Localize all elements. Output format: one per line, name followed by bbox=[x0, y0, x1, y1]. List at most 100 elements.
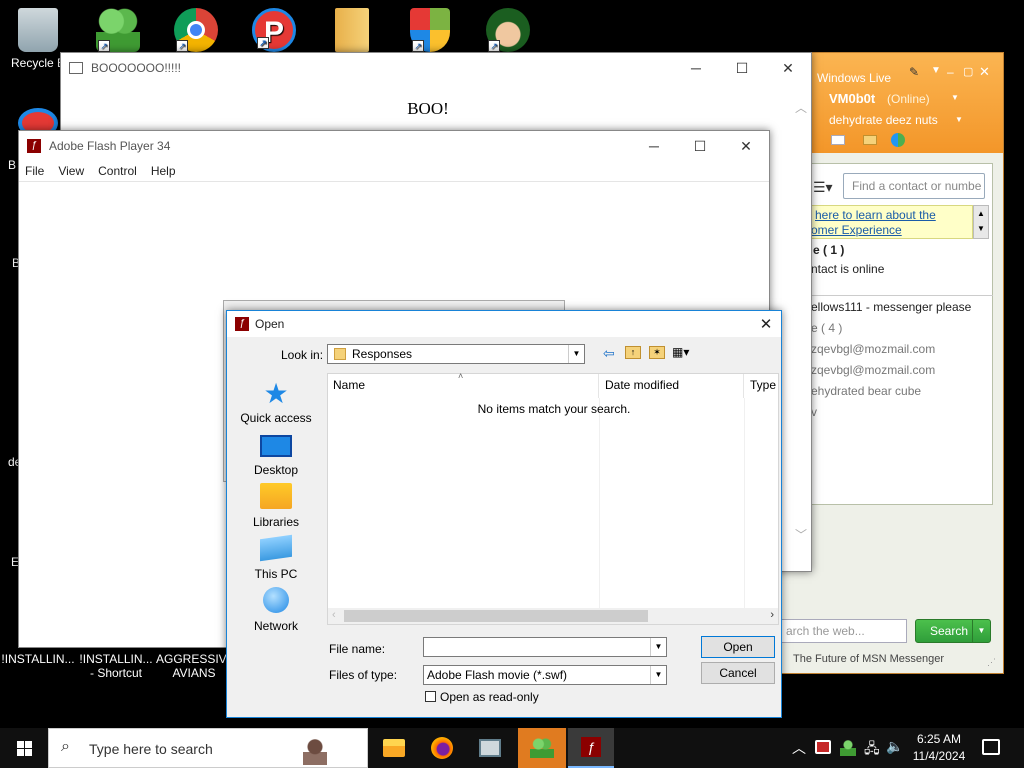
place-this-pc[interactable]: This PC bbox=[227, 534, 325, 581]
chevron-down-icon[interactable]: ▼ bbox=[931, 65, 941, 76]
msn-personal-message[interactable]: dehydrate deez nuts bbox=[829, 113, 938, 127]
chevron-down-icon[interactable]: ▼ bbox=[568, 345, 584, 363]
desktop-icon-installer-shortcut[interactable]: !INSTALLIN... - Shortcut bbox=[78, 652, 154, 680]
group-online-header[interactable]: e ( 1 ) bbox=[813, 243, 844, 257]
open-dialog-titlebar[interactable]: ƒ Open ✕ bbox=[227, 311, 781, 337]
desktop-icon-label: !INSTALLIN... - Shortcut bbox=[79, 652, 153, 680]
contact-item[interactable]: ehydrated bear cube bbox=[811, 384, 921, 398]
close-icon[interactable]: ✕ bbox=[979, 64, 990, 80]
clock[interactable]: 6:25 AM 11/4/2024 bbox=[908, 731, 970, 765]
open-button[interactable]: Open bbox=[701, 636, 775, 658]
banner-link-line2[interactable]: omer Experience bbox=[811, 223, 902, 237]
security-tray-icon[interactable] bbox=[815, 740, 831, 754]
place-libraries[interactable]: Libraries bbox=[227, 483, 325, 529]
file-list[interactable]: Name ˄ Date modified Type No items match… bbox=[327, 371, 779, 625]
look-in-dropdown[interactable]: Responses ▼ bbox=[327, 344, 585, 364]
boo-content-text: BOO! bbox=[407, 99, 449, 118]
files-of-type-dropdown[interactable]: Adobe Flash movie (*.swf) ▼ bbox=[423, 665, 667, 685]
new-folder-icon[interactable]: ✶ bbox=[649, 346, 665, 359]
view-menu-icon[interactable]: ▦▾ bbox=[672, 345, 689, 359]
menu-view[interactable]: View bbox=[58, 164, 84, 178]
paint-icon[interactable]: ✎ bbox=[909, 65, 919, 79]
volume-icon[interactable]: 🔈 bbox=[886, 738, 903, 755]
column-header-name[interactable]: Name ˄ bbox=[328, 371, 599, 398]
scroll-down-icon[interactable]: ﹀ bbox=[795, 526, 807, 543]
file-name-input[interactable]: ▼ bbox=[423, 637, 667, 657]
minimize-button[interactable]: ─ bbox=[631, 131, 677, 161]
contact-item[interactable]: ellows111 - messenger please bbox=[811, 300, 971, 314]
chevron-down-icon[interactable]: ▼ bbox=[955, 115, 963, 124]
horizontal-scrollbar[interactable]: ‹ › bbox=[328, 608, 778, 624]
group-offline-header[interactable]: e ( 4 ) bbox=[811, 321, 842, 335]
contact-search-input[interactable]: Find a contact or number bbox=[843, 173, 985, 199]
chevron-down-icon[interactable]: ▼ bbox=[972, 620, 990, 642]
taskbar-flash-player[interactable]: ƒ bbox=[568, 728, 614, 768]
column-header-date[interactable]: Date modified bbox=[600, 374, 744, 398]
taskbar-messenger[interactable] bbox=[518, 728, 566, 768]
desktop-icon-game[interactable]: ↗ bbox=[470, 8, 546, 56]
close-button[interactable]: ✕ bbox=[765, 53, 811, 83]
close-button[interactable]: ✕ bbox=[723, 131, 769, 161]
globe-icon[interactable] bbox=[891, 133, 905, 147]
close-button[interactable]: ✕ bbox=[751, 315, 781, 333]
taskbar-firefox[interactable] bbox=[418, 728, 466, 768]
place-network[interactable]: Network bbox=[227, 587, 325, 633]
back-arrow-icon[interactable]: ⇦ bbox=[603, 345, 615, 362]
desktop-icon-aggressive-avians[interactable]: AGGRESSIVE AVIANS bbox=[156, 652, 235, 680]
msn-footer[interactable]: The Future of MSN Messenger bbox=[793, 653, 944, 665]
mail-icon[interactable] bbox=[831, 135, 845, 145]
web-search-button[interactable]: Search ▼ bbox=[915, 619, 991, 643]
boo-scrollbar[interactable]: ︿ ﹀ bbox=[793, 97, 809, 557]
flash-titlebar[interactable]: ƒ Adobe Flash Player 34 ─ ☐ ✕ bbox=[19, 131, 769, 161]
chevron-up-icon[interactable]: ︿ bbox=[792, 738, 806, 758]
banner-scrollbar[interactable]: ▲ ▼ bbox=[973, 205, 989, 239]
messenger-tray-icon[interactable] bbox=[840, 740, 856, 756]
maximize-icon[interactable]: ▢ bbox=[963, 65, 973, 78]
list-view-icon[interactable]: ☰▾ bbox=[813, 179, 833, 196]
scrollbar-thumb[interactable] bbox=[344, 610, 648, 622]
resize-grip-icon[interactable]: ⋰ bbox=[987, 657, 996, 668]
look-in-value: Responses bbox=[352, 347, 413, 361]
column-header-type[interactable]: Type bbox=[745, 374, 779, 398]
contact-item[interactable]: zqevbgl@mozmail.com bbox=[811, 342, 935, 356]
folder-icon[interactable] bbox=[863, 135, 877, 145]
menu-control[interactable]: Control bbox=[98, 164, 137, 178]
read-only-checkbox[interactable] bbox=[425, 691, 436, 702]
desktop-icon-chrome[interactable]: ↗ bbox=[158, 8, 234, 56]
place-quick-access[interactable]: ★ Quick access bbox=[227, 379, 325, 426]
column-divider bbox=[599, 398, 600, 608]
cancel-button[interactable]: Cancel bbox=[701, 662, 775, 684]
msn-username[interactable]: VM0b0t bbox=[829, 91, 875, 106]
desktop-icon-installer[interactable]: !INSTALLIN... bbox=[0, 652, 76, 666]
desktop-icon-security[interactable]: ↗ bbox=[392, 8, 468, 56]
menu-file[interactable]: File bbox=[25, 164, 44, 178]
start-button[interactable] bbox=[0, 728, 48, 768]
taskbar-search-box[interactable]: ⌕ Type here to search bbox=[48, 728, 368, 768]
desktop-icon-messenger[interactable]: ↗ bbox=[80, 8, 156, 56]
up-folder-icon[interactable]: ↑ bbox=[625, 346, 641, 359]
desktop-icon-pidgin[interactable]: P ↗ bbox=[236, 8, 312, 56]
minimize-icon[interactable]: – bbox=[947, 65, 954, 79]
maximize-button[interactable]: ☐ bbox=[677, 131, 723, 161]
scroll-up-icon[interactable]: ︿ bbox=[795, 99, 807, 116]
maximize-button[interactable]: ☐ bbox=[719, 53, 765, 83]
contact-item[interactable]: zqevbgl@mozmail.com bbox=[811, 363, 935, 377]
taskbar-app[interactable] bbox=[466, 728, 514, 768]
network-icon[interactable]: 🖧 bbox=[864, 738, 880, 762]
place-desktop[interactable]: Desktop bbox=[227, 431, 325, 477]
menu-help[interactable]: Help bbox=[151, 164, 176, 178]
minimize-button[interactable]: ─ bbox=[673, 53, 719, 83]
boo-titlebar[interactable]: BOOOOOOO!!!!! ─ ☐ ✕ bbox=[61, 53, 811, 83]
scroll-right-icon[interactable]: › bbox=[770, 609, 774, 621]
banner-link-line1[interactable]: here to learn about the bbox=[815, 208, 936, 222]
chevron-down-icon[interactable]: ▼ bbox=[951, 93, 959, 102]
taskbar-file-explorer[interactable] bbox=[370, 728, 418, 768]
web-search-input[interactable]: arch the web... bbox=[781, 619, 907, 643]
web-search-placeholder: arch the web... bbox=[786, 624, 865, 638]
chevron-down-icon[interactable]: ▼ bbox=[650, 666, 666, 684]
scroll-left-icon[interactable]: ‹ bbox=[332, 609, 336, 621]
notification-icon[interactable] bbox=[982, 739, 1000, 755]
chevron-down-icon[interactable]: ▼ bbox=[650, 638, 666, 656]
msn-status[interactable]: (Online) bbox=[887, 92, 930, 106]
desktop-icon-folder[interactable] bbox=[314, 8, 390, 56]
